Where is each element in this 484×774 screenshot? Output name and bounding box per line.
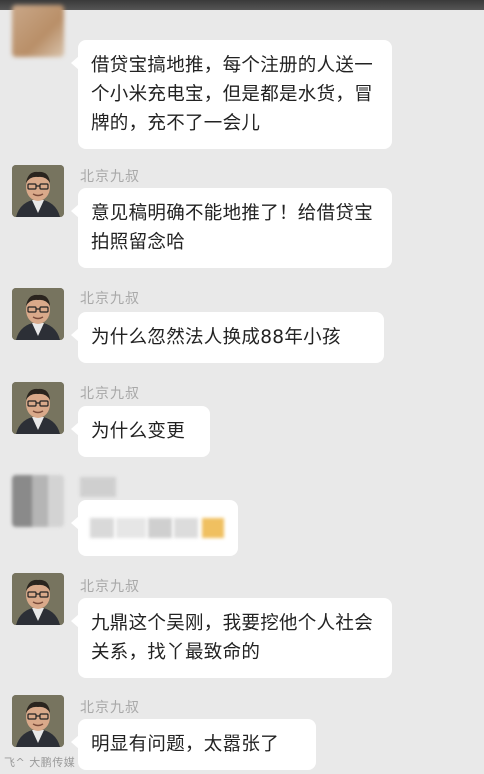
avatar-beijing-jiushu[interactable] <box>12 288 64 340</box>
message-bubble-7[interactable]: 明显有问题，太嚣张了 <box>71 719 316 770</box>
man-with-glasses-icon <box>12 165 64 217</box>
status-bar-edge <box>0 0 484 10</box>
sender-name: 北京九叔 <box>80 169 140 185</box>
blurred-sender-name <box>80 477 116 497</box>
message-bubble-5-blurred[interactable] <box>71 500 238 556</box>
message-text: 明显有问题，太嚣张了 <box>91 734 280 755</box>
man-with-glasses-icon <box>12 288 64 340</box>
avatar-beijing-jiushu[interactable] <box>12 382 64 434</box>
message-text: 为什么忽然法人换成88年小孩 <box>91 327 341 348</box>
sender-name: 北京九叔 <box>80 579 140 595</box>
message-bubble-2[interactable]: 意见稿明确不能地推了！给借贷宝拍照留念哈 <box>71 188 392 268</box>
sender-name: 北京九叔 <box>80 700 140 716</box>
message-text: 九鼎这个吴刚，我要挖他个人社会关系，找丫最致命的 <box>91 613 374 663</box>
avatar-beijing-jiushu[interactable] <box>12 695 64 747</box>
blurred-avatar[interactable] <box>12 5 64 57</box>
message-text: 借贷宝搞地推，每个注册的人送一个小米充电宝，但是都是水货，冒牌的，充不了一会儿 <box>91 55 374 134</box>
man-with-glasses-icon <box>12 382 64 434</box>
sender-name: 北京九叔 <box>80 291 140 307</box>
message-text: 为什么变更 <box>91 421 186 442</box>
blurred-avatar[interactable] <box>12 475 64 527</box>
message-bubble-1[interactable]: 借贷宝搞地推，每个注册的人送一个小米充电宝，但是都是水货，冒牌的，充不了一会儿 <box>71 40 392 149</box>
man-with-glasses-icon <box>12 573 64 625</box>
message-bubble-6[interactable]: 九鼎这个吴刚，我要挖他个人社会关系，找丫最致命的 <box>71 598 392 678</box>
sender-name: 北京九叔 <box>80 386 140 402</box>
avatar-beijing-jiushu[interactable] <box>12 165 64 217</box>
avatar-beijing-jiushu[interactable] <box>12 573 64 625</box>
message-bubble-3[interactable]: 为什么忽然法人换成88年小孩 <box>71 312 384 363</box>
man-with-glasses-icon <box>12 695 64 747</box>
watermark: 飞^ 大鹏传媒 <box>4 756 76 769</box>
message-bubble-4[interactable]: 为什么变更 <box>71 406 210 457</box>
message-text: 意见稿明确不能地推了！给借贷宝拍照留念哈 <box>91 203 374 253</box>
